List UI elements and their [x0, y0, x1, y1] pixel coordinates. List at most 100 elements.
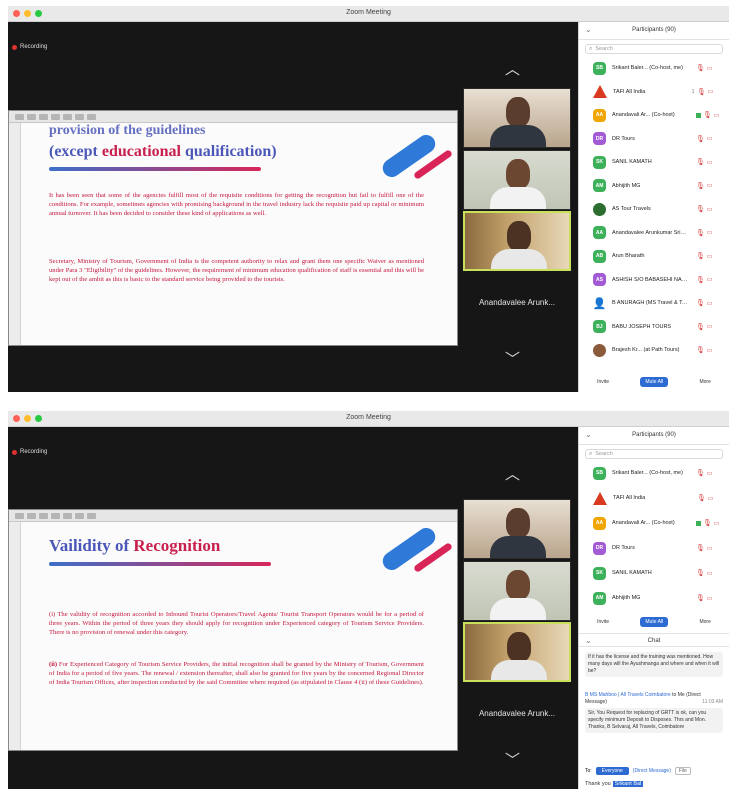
chat-input-mention: Srikant Bal	[612, 781, 644, 787]
mic-muted-icon[interactable]: 🎙	[696, 229, 705, 237]
recording-label: Recording	[20, 44, 48, 50]
mic-muted-icon[interactable]: 🎙	[696, 252, 705, 260]
initials-avatar: DR	[593, 132, 606, 145]
initials-avatar: AA	[593, 226, 606, 239]
video-tile-2[interactable]	[463, 561, 571, 621]
participant-row[interactable]: TAFI All India 🎙 ▭	[579, 488, 729, 508]
participant-row[interactable]: AA Anandavalee Arunkumar Srikant 🎙 ▭	[579, 223, 729, 243]
mic-muted-icon[interactable]: 🎙	[696, 323, 705, 331]
participant-row[interactable]: AM Abhijith MG 🎙 ▭	[579, 588, 729, 608]
chat-message-2-text: Sir, You Request for replacing of GRTT i…	[585, 708, 723, 733]
video-off-icon[interactable]: ▭	[705, 253, 714, 260]
mic-muted-icon[interactable]: 🎙	[696, 276, 705, 284]
video-off-icon[interactable]: ▭	[705, 206, 714, 213]
invite-button[interactable]: Invite	[592, 377, 614, 387]
participant-row[interactable]: SB Srikant Baler... (Co-host, me) 🎙 ▭	[579, 463, 729, 483]
mic-muted-icon[interactable]: 🎙	[696, 182, 705, 190]
more-button[interactable]: More	[694, 377, 715, 387]
scroll-down-chevron-icon[interactable]: ﹀	[505, 749, 520, 770]
video-off-icon[interactable]: ▭	[706, 495, 715, 502]
participant-row[interactable]: BJ BABU JOSEPH TOURS 🎙 ▭	[579, 317, 729, 337]
video-off-icon[interactable]: ▭	[706, 88, 715, 95]
participant-row[interactable]: TAFI All India 1 🎙 ▭	[579, 82, 729, 102]
participant-row[interactable]: AS ASHISH S/O BABASEHI NANA 🎙 ▭	[579, 270, 729, 290]
video-off-icon[interactable]: ▭	[712, 520, 721, 527]
video-tile-1[interactable]	[463, 499, 571, 559]
participant-row[interactable]: AM Abhijith MG 🎙 ▭	[579, 176, 729, 196]
search-icon: ⌕	[589, 450, 593, 457]
participant-name: DR Tours	[612, 135, 635, 142]
video-off-icon[interactable]: ▭	[705, 570, 714, 577]
mic-muted-icon[interactable]: 🎙	[696, 205, 705, 213]
mic-muted-icon[interactable]: 🎙	[703, 111, 712, 119]
participant-row[interactable]: DR DR Tours 🎙 ▭	[579, 129, 729, 149]
participant-search-input[interactable]: ⌕ Search	[585, 44, 723, 54]
chat-recipient-dropdown[interactable]: Everyone	[595, 767, 629, 775]
mute-all-button[interactable]: Mute All	[640, 377, 669, 387]
scroll-down-chevron-icon[interactable]: ﹀	[505, 348, 520, 369]
video-off-icon[interactable]: ▭	[705, 229, 714, 236]
mic-muted-icon[interactable]: 🎙	[696, 569, 705, 577]
participant-row[interactable]: SB Srikant Baler... (Co-host, me) 🎙 ▭	[579, 58, 729, 78]
video-off-icon[interactable]: ▭	[705, 65, 714, 72]
mic-muted-icon[interactable]: 🎙	[696, 594, 705, 602]
more-button[interactable]: More	[694, 617, 715, 627]
mic-muted-icon[interactable]: 🎙	[696, 135, 705, 143]
video-off-icon[interactable]: ▭	[705, 545, 714, 552]
video-off-icon[interactable]: ▭	[705, 323, 714, 330]
invite-button[interactable]: Invite	[592, 617, 614, 627]
participant-badge: 1	[691, 88, 695, 95]
shared-screen-slide: Vailidity of Recognition (i) The validit…	[8, 509, 458, 751]
video-off-icon[interactable]: ▭	[712, 112, 721, 119]
video-tile-active-speaker[interactable]	[463, 622, 571, 682]
video-tile-2[interactable]	[463, 150, 571, 210]
chat-time: 11:03 AM	[702, 699, 723, 705]
recording-indicator[interactable]: Recording	[12, 42, 47, 52]
participant-row[interactable]: AA Anandavali Ar... (Co-host) 🎙 ▭	[579, 513, 729, 533]
chat-file-button[interactable]: File	[674, 767, 691, 775]
recording-indicator[interactable]: Recording	[12, 447, 47, 457]
video-tile-1[interactable]	[463, 88, 571, 148]
chat-message-1-text: If it has the license and the training w…	[585, 652, 723, 677]
mic-muted-icon[interactable]: 🎙	[697, 88, 706, 96]
participant-row[interactable]: 👤 B ANURAGH (MS Travel & Tours) 🎙 ▭	[579, 293, 729, 313]
window-title: Zoom Meeting	[346, 9, 391, 16]
video-off-icon[interactable]: ▭	[705, 347, 714, 354]
participant-row[interactable]: AS Tour Travels 🎙 ▭	[579, 199, 729, 219]
participant-row[interactable]: AB Arun Bharath 🎙 ▭	[579, 246, 729, 266]
chat-recipient-row: To: Everyone (Direct Message) File	[585, 767, 691, 775]
mic-muted-icon[interactable]: 🎙	[696, 469, 705, 477]
video-off-icon[interactable]: ▭	[705, 159, 714, 166]
chat-input[interactable]: Thank you Srikant Bal	[585, 779, 723, 789]
mic-muted-icon[interactable]: 🎙	[697, 494, 706, 502]
mic-muted-icon[interactable]: 🎙	[703, 519, 712, 527]
mic-muted-icon[interactable]: 🎙	[696, 299, 705, 307]
chat-sender[interactable]: B MS Mahboo | All Travels Coimbatore	[585, 692, 671, 698]
scroll-up-chevron-icon[interactable]: ︿	[505, 463, 520, 484]
video-off-icon[interactable]: ▭	[705, 276, 714, 283]
participant-row[interactable]: SK SANIL KAMATH 🎙 ▭	[579, 152, 729, 172]
video-off-icon[interactable]: ▭	[705, 182, 714, 189]
participant-search-input[interactable]: ⌕ Search	[585, 449, 723, 459]
scroll-up-chevron-icon[interactable]: ︿	[505, 58, 520, 79]
heading-part-b: of	[110, 536, 134, 555]
participant-row[interactable]: DR DR Tours 🎙 ▭	[579, 538, 729, 558]
video-off-icon[interactable]: ▭	[705, 135, 714, 142]
mute-all-button[interactable]: Mute All	[640, 617, 669, 627]
video-off-icon[interactable]: ▭	[705, 595, 714, 602]
mic-muted-icon[interactable]: 🎙	[696, 64, 705, 72]
mic-muted-icon[interactable]: 🎙	[696, 544, 705, 552]
participant-name: Brajesh Kr... (at Path Tours)	[612, 347, 680, 353]
video-off-icon[interactable]: ▭	[705, 470, 714, 477]
mic-muted-icon[interactable]: 🎙	[696, 346, 705, 354]
photo-avatar	[593, 343, 606, 357]
heading-underline	[49, 562, 271, 566]
video-off-icon[interactable]: ▭	[705, 300, 714, 307]
video-tile-active-speaker[interactable]	[463, 211, 571, 271]
participant-row[interactable]: Brajesh Kr... (at Path Tours) 🎙 ▭	[579, 340, 729, 360]
tile-name-label: Anandavalee Arunk...	[478, 709, 556, 718]
participant-name: SANIL KAMATH	[612, 570, 652, 576]
participant-row[interactable]: AA Anandavali Ar... (Co-host) 🎙 ▭	[579, 105, 729, 125]
mic-muted-icon[interactable]: 🎙	[696, 158, 705, 166]
participant-row[interactable]: SK SANIL KAMATH 🎙 ▭	[579, 563, 729, 583]
